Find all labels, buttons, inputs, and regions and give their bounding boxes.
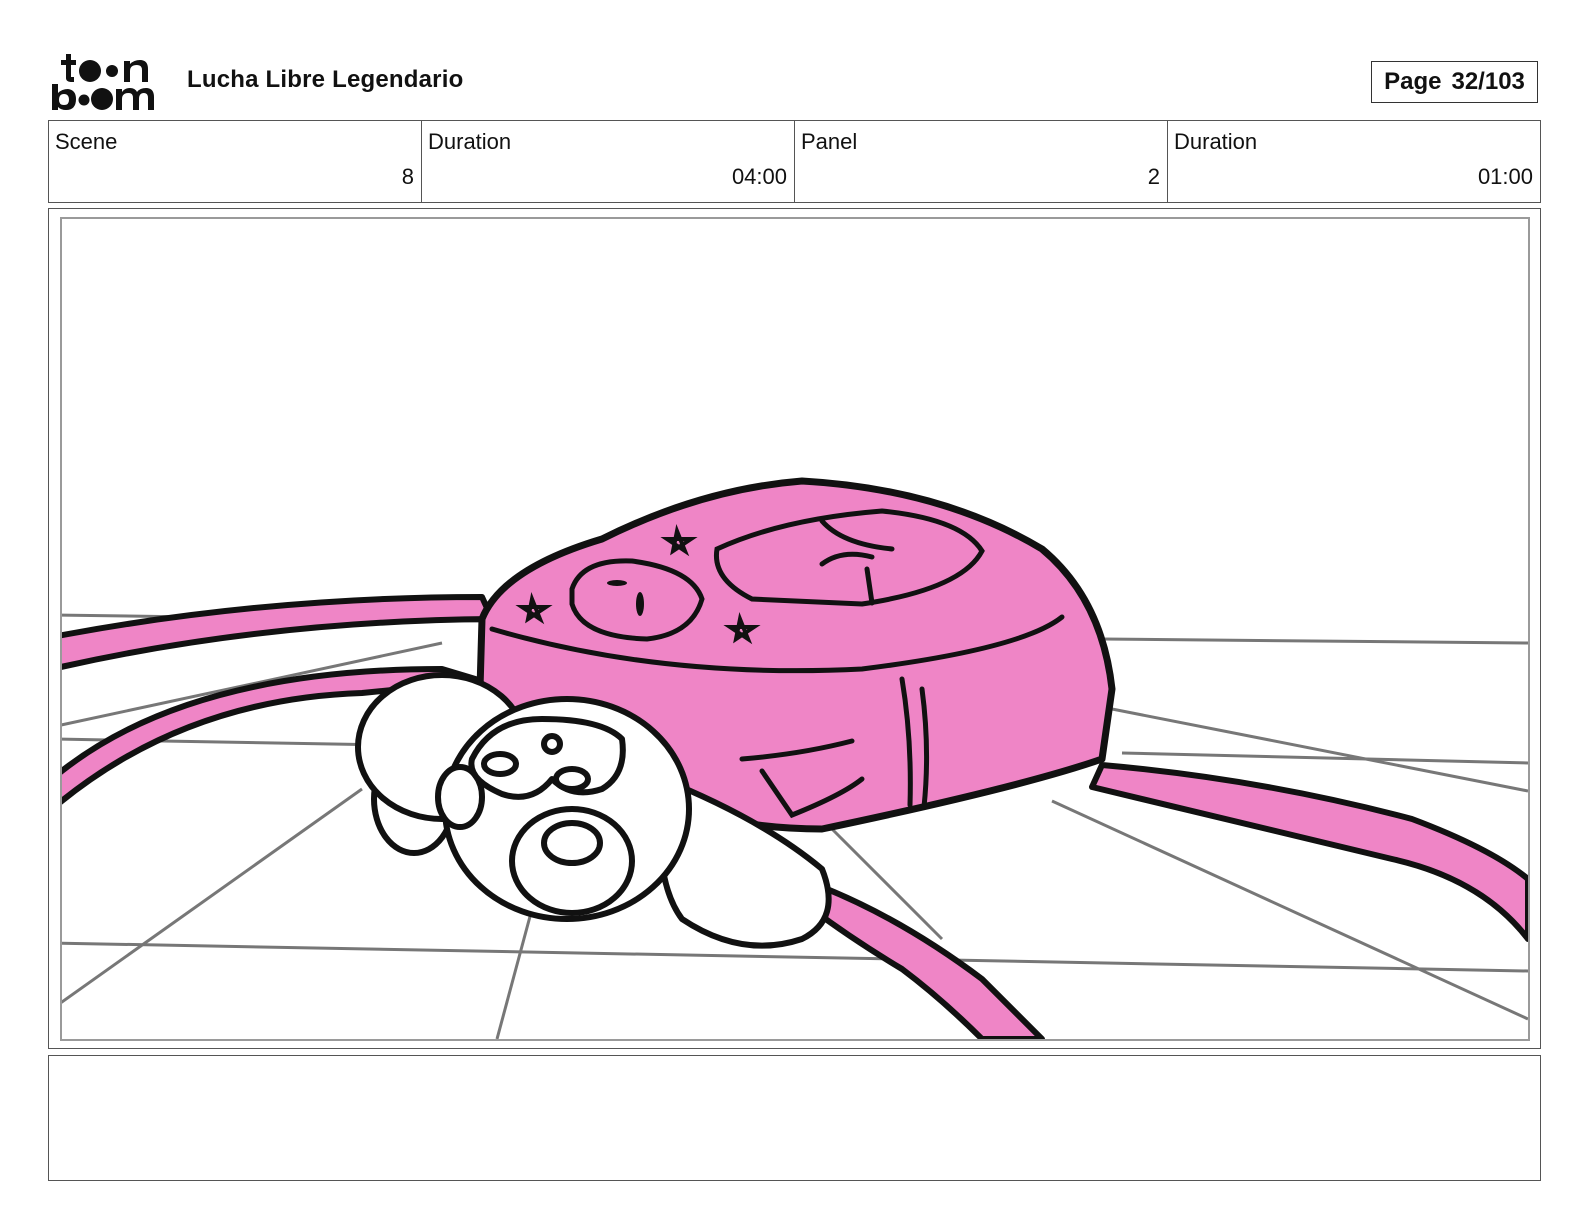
page-number: 32/103 — [1451, 68, 1525, 95]
backpack-sketch-icon — [62, 477, 1528, 1039]
panel-label: Panel — [801, 129, 858, 154]
panel-duration-label: Duration — [1174, 129, 1258, 154]
scene-label: Scene — [55, 129, 118, 154]
scene-info-bar: Scene 8 Duration 04:00 Panel 2 Duration … — [48, 120, 1541, 203]
project-title: Lucha Libre Legendario — [187, 66, 464, 93]
panel-notes-box — [48, 1055, 1541, 1181]
panel-drawing-area — [60, 217, 1530, 1041]
page-label: Page — [1384, 68, 1442, 95]
scene-value: 8 — [401, 164, 414, 189]
panel-duration-cell: Duration 01:00 — [1168, 121, 1540, 202]
scene-duration-value: 04:00 — [731, 164, 787, 189]
panel-duration-value: 01:00 — [1477, 164, 1533, 189]
panel-value: 2 — [1147, 164, 1160, 189]
toonboom-logo — [52, 54, 154, 110]
scene-duration-label: Duration — [428, 129, 512, 154]
page-indicator: Page 32/103 — [1371, 61, 1538, 103]
panel-cell: Panel 2 — [795, 121, 1168, 202]
scene-cell: Scene 8 — [49, 121, 422, 202]
scene-duration-cell: Duration 04:00 — [422, 121, 795, 202]
